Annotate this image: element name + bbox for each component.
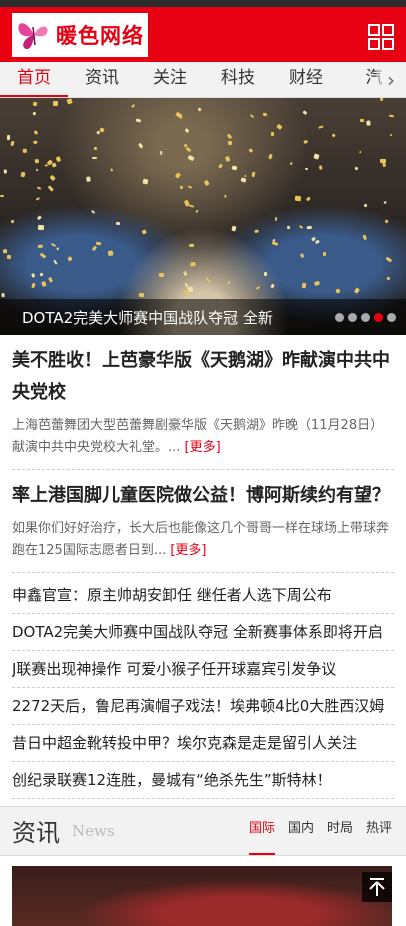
carousel-dot[interactable] xyxy=(387,312,396,322)
nav-tab[interactable]: 科技 xyxy=(204,62,272,97)
nav-tab[interactable]: 资讯 xyxy=(68,62,136,97)
article-card[interactable]: 美不胜收！上芭豪华版《天鹅湖》昨献演中共中央党校 上海芭蕾舞团大型芭蕾舞剧豪华版… xyxy=(12,335,394,470)
butterfly-logo-icon xyxy=(18,23,48,50)
nav-tab[interactable]: 关注 xyxy=(136,62,204,97)
status-strip xyxy=(0,0,406,7)
headline-item[interactable]: DOTA2完美大师赛中国战队夺冠 全新赛事体系即将开启 xyxy=(12,614,394,651)
carousel-dot[interactable] xyxy=(335,312,344,322)
article-title[interactable]: 美不胜收！上芭豪华版《天鹅湖》昨献演中共中央党校 xyxy=(12,345,394,409)
back-to-top-icon xyxy=(369,878,385,896)
article-title[interactable]: 率上港国脚儿童医院做公益！博阿斯续约有望？ xyxy=(12,480,394,512)
banner-carousel[interactable]: DOTA2完美大师赛中国战队夺冠 全新 xyxy=(0,98,406,335)
section-tab[interactable]: 时局 xyxy=(327,807,353,855)
section-tab[interactable]: 国内 xyxy=(288,807,314,855)
nav-tab[interactable]: 财经 xyxy=(272,62,340,97)
back-to-top-button[interactable] xyxy=(362,872,392,902)
carousel-dots xyxy=(331,312,396,322)
banner-title[interactable]: DOTA2完美大师赛中国战队夺冠 全新 xyxy=(22,307,331,328)
site-logo[interactable]: 暖色网络 xyxy=(12,13,148,57)
headline-item[interactable]: 昔日中超金靴转投中甲？埃尔克森是走是留引人关注 xyxy=(12,725,394,762)
carousel-dot[interactable] xyxy=(348,312,357,322)
article-card[interactable]: 率上港国脚儿童医院做公益！博阿斯续约有望？ 如果你们好好治疗，长大后也能像这几个… xyxy=(12,470,394,573)
headline-item[interactable]: J联赛出现神操作 可爱小猴子任开球嘉宾引发争议 xyxy=(12,651,394,688)
more-link[interactable]: [更多] xyxy=(170,543,206,558)
main-content: 美不胜收！上芭豪华版《天鹅湖》昨献演中共中央党校 上海芭蕾舞团大型芭蕾舞剧豪华版… xyxy=(0,335,406,799)
more-link[interactable]: [更多] xyxy=(185,440,221,455)
news-image[interactable] xyxy=(12,866,392,926)
carousel-dot[interactable] xyxy=(374,312,383,322)
headline-item[interactable]: 创纪录联赛12连胜，曼城有“绝杀先生”斯特林！ xyxy=(12,762,394,799)
section-tabs: 国际 国内 时局 热评 xyxy=(236,807,392,855)
category-nav: 首页 资讯 关注 科技 财经汽 › xyxy=(0,62,406,98)
headline-item[interactable]: 2272天后，鲁尼再演帽子戏法！埃弗顿4比0大胜西汉姆 xyxy=(12,688,394,725)
section-title: 资讯 xyxy=(12,819,60,847)
article-summary: 如果你们好好治疗，长大后也能像这几个哥哥一样在球场上带球奔跑在125国际志愿者日… xyxy=(12,521,390,558)
section-tab[interactable]: 热评 xyxy=(366,807,392,855)
section-subtitle: News xyxy=(72,822,115,840)
site-header: 暖色网络 xyxy=(0,7,406,62)
headline-list: 申鑫官宣：原主帅胡安卸任 继任者人选下周公布 DOTA2完美大师赛中国战队夺冠 全… xyxy=(12,573,394,799)
carousel-dot[interactable] xyxy=(361,312,370,322)
headline-item[interactable]: 申鑫官宣：原主帅胡安卸任 继任者人选下周公布 xyxy=(12,577,394,614)
chevron-right-icon[interactable]: › xyxy=(376,62,406,97)
article-summary: 上海芭蕾舞团大型芭蕾舞剧豪华版《天鹅湖》昨晚（11月28日）献演中共中央党校大礼… xyxy=(12,418,384,455)
news-section-header: 资讯 News 国际 国内 时局 热评 xyxy=(0,806,406,856)
banner-caption-bar: DOTA2完美大师赛中国战队夺冠 全新 xyxy=(0,299,406,335)
section-tab[interactable]: 国际 xyxy=(248,807,275,855)
nav-tab[interactable]: 首页 xyxy=(0,62,68,97)
grid-menu-icon[interactable] xyxy=(368,24,394,50)
logo-text: 暖色网络 xyxy=(56,23,144,48)
